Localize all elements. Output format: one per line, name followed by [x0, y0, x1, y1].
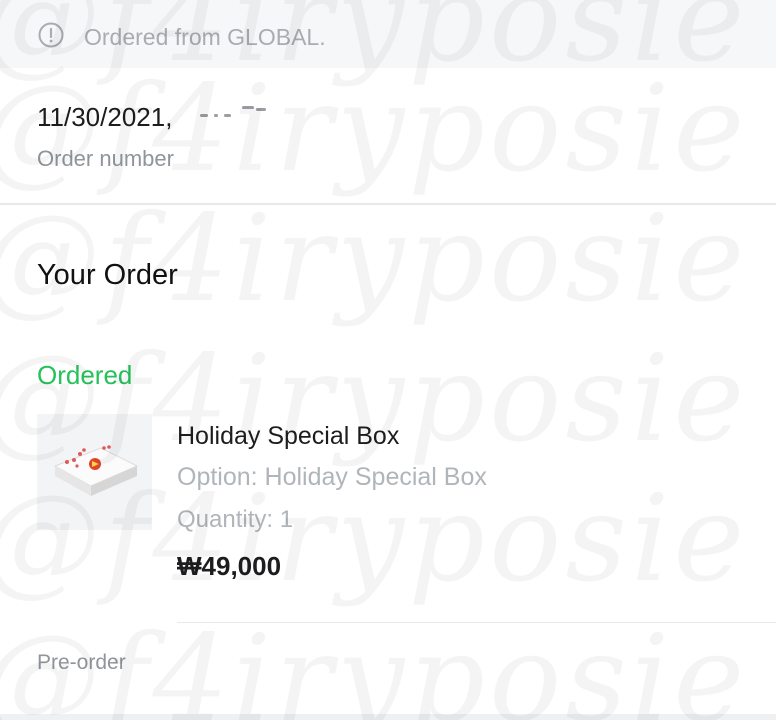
notice-banner: Ordered from GLOBAL. [0, 0, 776, 68]
product-price: ₩49,000 [177, 551, 282, 581]
preorder-label: Pre-order [37, 651, 126, 674]
order-date: 11/30/2021, [37, 102, 173, 132]
your-order-title: Your Order [37, 259, 178, 291]
product-quantity: Quantity: 1 [177, 506, 294, 533]
info-circle-icon [38, 22, 64, 48]
product-option: Option: Holiday Special Box [177, 463, 487, 491]
product-thumbnail[interactable] [37, 414, 152, 530]
notice-text: Ordered from GLOBAL. [84, 24, 326, 50]
order-status-label: Ordered [37, 360, 133, 390]
section-divider [0, 203, 776, 205]
section-divider-bottom [0, 714, 776, 720]
product-name[interactable]: Holiday Special Box [177, 421, 399, 451]
item-divider [177, 622, 776, 623]
gift-box-image [53, 445, 139, 496]
order-number-label: Order number [37, 146, 174, 171]
redacted-order-id [194, 101, 268, 127]
